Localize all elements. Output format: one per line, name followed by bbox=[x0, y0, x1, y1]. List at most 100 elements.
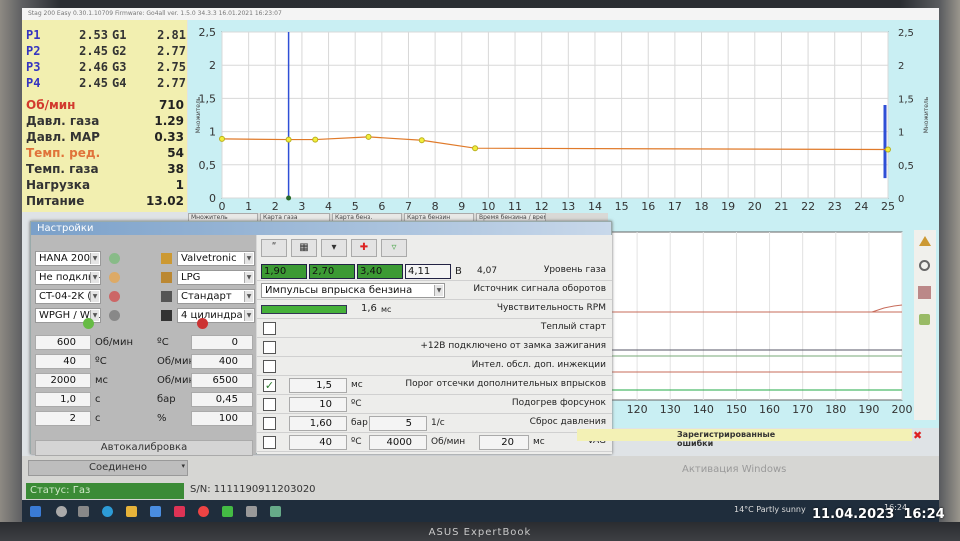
window-title: Stag 200 Easy 0.30.1.10709 Firmware: Go4… bbox=[22, 8, 939, 20]
option-checkbox[interactable] bbox=[263, 436, 276, 449]
start-menu-icon[interactable] bbox=[30, 506, 41, 517]
calc-toolbar-button[interactable]: ▦ bbox=[291, 239, 317, 257]
parameter-input[interactable]: 6500 bbox=[191, 373, 253, 388]
y2-tick-label: 0 bbox=[898, 194, 904, 205]
multiplier-point bbox=[219, 135, 225, 142]
gas-level-reading: 4,07 bbox=[477, 266, 498, 276]
config-combo[interactable]: Стандарт ▼ bbox=[177, 289, 255, 304]
pressure-row: P4 2.45 G4 2.77 bbox=[22, 76, 187, 92]
gas-level-threshold-input[interactable]: 1,90 bbox=[261, 264, 307, 279]
chart-multiplier[interactable]: 0 1 2 3 4 5 6 7 8 9 10 11 12 13 14 15 16 17 18 19 20 21 22 23 24… bbox=[188, 20, 939, 228]
config-icon bbox=[161, 253, 172, 264]
app-icon[interactable] bbox=[246, 506, 257, 517]
chevron-down-icon[interactable]: ▼ bbox=[244, 310, 253, 321]
y2-tick-label: 0,5 bbox=[898, 161, 914, 172]
chevron-down-icon[interactable]: ▼ bbox=[244, 272, 253, 283]
chevron-down-icon[interactable]: ▼ bbox=[434, 285, 443, 296]
app-icon[interactable] bbox=[270, 506, 281, 517]
y2-axis-label: Множитель bbox=[923, 96, 930, 133]
sensor-stat-row: Питание 13.02 bbox=[26, 194, 186, 210]
option-value-input[interactable]: 20 bbox=[479, 435, 529, 450]
filter-toolbar-button[interactable]: ▿ bbox=[381, 239, 407, 257]
parameter-input[interactable]: 100 bbox=[191, 411, 253, 426]
chrome-icon[interactable] bbox=[198, 506, 209, 517]
pressure-name: P4 bbox=[26, 76, 41, 90]
pointer-tool-icon[interactable] bbox=[919, 236, 931, 246]
x-tick-label: 6 bbox=[378, 200, 385, 213]
gas-pressure-value: 2.77 bbox=[157, 76, 186, 90]
option-value-input[interactable]: 5 bbox=[369, 416, 427, 431]
chart-secondary[interactable]: 120 130 140 150 160 170 180 190 200 bbox=[602, 228, 939, 428]
chevron-down-icon[interactable]: ▼ bbox=[244, 253, 253, 264]
option-checkbox[interactable]: ✓ bbox=[263, 379, 276, 392]
parameter-input[interactable]: 2 bbox=[35, 411, 91, 426]
rpm-source-select[interactable]: Импульсы впрыска бензина ▼ bbox=[261, 283, 445, 298]
hardware-combo[interactable]: HANA 2000 G ▼ bbox=[35, 251, 101, 266]
flame-toolbar-button[interactable]: ʺ bbox=[261, 239, 287, 257]
option-checkbox[interactable] bbox=[263, 341, 276, 354]
gas-level-threshold-input[interactable]: 4,11 bbox=[405, 264, 451, 279]
chart-multiplier-svg[interactable]: 0 1 2 3 4 5 6 7 8 9 10 11 12 13 14 15 16 17 18 19 20 21 22 23 24… bbox=[188, 20, 939, 222]
hardware-combo[interactable]: Не подключе▼ bbox=[35, 270, 101, 285]
pressure-name: P2 bbox=[26, 44, 41, 58]
store-icon[interactable] bbox=[150, 506, 161, 517]
option-value-input[interactable]: 1,5 bbox=[289, 378, 347, 393]
settings-tool-icon[interactable] bbox=[919, 314, 930, 325]
option-row: 1,60 бар 5 1/с Сброс давления bbox=[257, 414, 612, 433]
parameter-input[interactable]: 600 bbox=[35, 335, 91, 350]
gas-level-unit: В bbox=[455, 266, 462, 277]
config-combo[interactable]: LPG ▼ bbox=[177, 270, 255, 285]
parameter-input[interactable]: 400 bbox=[191, 354, 253, 369]
multiplier-point bbox=[285, 136, 292, 143]
rpm-sensitivity-value: 1,6 bbox=[361, 303, 377, 314]
laptop-brand: ASUS ExpertBook bbox=[428, 527, 532, 538]
explorer-icon[interactable] bbox=[126, 506, 137, 517]
parameter-input[interactable]: 0 bbox=[191, 335, 253, 350]
sensor-label: Темп. газа bbox=[26, 162, 99, 176]
option-value-input[interactable]: 1,60 bbox=[289, 416, 347, 431]
pan-tool-icon[interactable] bbox=[918, 286, 931, 299]
option-value-input[interactable]: 10 bbox=[289, 397, 347, 412]
search-icon[interactable] bbox=[56, 506, 67, 517]
parameter-unit: ºC bbox=[157, 337, 169, 348]
option-checkbox[interactable] bbox=[263, 417, 276, 430]
autocalibration-button[interactable]: Автокалибровка bbox=[35, 440, 253, 456]
chevron-down-icon[interactable]: ▼ bbox=[90, 291, 99, 302]
gas-status: Статус: Газ bbox=[26, 483, 184, 499]
chevron-down-icon[interactable]: ▼ bbox=[90, 253, 99, 264]
option-value-input[interactable]: 4000 bbox=[369, 435, 427, 450]
task-view-icon[interactable] bbox=[78, 506, 89, 517]
config-combo[interactable]: 4 цилиндра ▼ bbox=[177, 308, 255, 323]
edge-icon[interactable] bbox=[102, 506, 113, 517]
chart-secondary-svg[interactable]: 120 130 140 150 160 170 180 190 200 bbox=[602, 228, 913, 428]
x-tick-label: 10 bbox=[481, 200, 495, 213]
rpm-sensitivity-label: Чувствительность RPM bbox=[496, 303, 606, 313]
option-value-input[interactable]: 40 bbox=[289, 435, 347, 450]
chevron-down-icon[interactable]: ▼ bbox=[244, 291, 253, 302]
parameter-input[interactable]: 1,0 bbox=[35, 392, 91, 407]
option-label: Интел. обсл. доп. инжекции bbox=[471, 360, 606, 370]
arrow-toolbar-button[interactable]: ▾ bbox=[321, 239, 347, 257]
weather-widget[interactable]: 14°C Partly sunny bbox=[734, 505, 806, 514]
y-tick-label: 2 bbox=[209, 59, 216, 72]
option-checkbox[interactable] bbox=[263, 322, 276, 335]
hardware-combo[interactable]: CT-04-2K (в к ▼ bbox=[35, 289, 101, 304]
connection-dropdown-icon[interactable]: ▾ bbox=[181, 462, 185, 470]
gas-level-threshold-input[interactable]: 3,40 bbox=[357, 264, 403, 279]
parameter-input[interactable]: 0,45 bbox=[191, 392, 253, 407]
config-combo[interactable]: Valvetronic ▼ bbox=[177, 251, 255, 266]
mail-icon[interactable] bbox=[174, 506, 185, 517]
x-tick-label: 190 bbox=[858, 403, 879, 416]
plus-toolbar-button[interactable]: ✚ bbox=[351, 239, 377, 257]
stag-app-icon[interactable] bbox=[222, 506, 233, 517]
parameter-input[interactable]: 40 bbox=[35, 354, 91, 369]
zoom-tool-icon[interactable] bbox=[919, 260, 930, 271]
plot-area bbox=[603, 231, 903, 401]
close-icon[interactable]: ✖ bbox=[913, 429, 922, 442]
option-checkbox[interactable] bbox=[263, 398, 276, 411]
rpm-sensitivity-slider[interactable] bbox=[261, 305, 347, 314]
chevron-down-icon[interactable]: ▼ bbox=[90, 272, 99, 283]
parameter-input[interactable]: 2000 bbox=[35, 373, 91, 388]
option-checkbox[interactable] bbox=[263, 360, 276, 373]
gas-level-threshold-input[interactable]: 2,70 bbox=[309, 264, 355, 279]
